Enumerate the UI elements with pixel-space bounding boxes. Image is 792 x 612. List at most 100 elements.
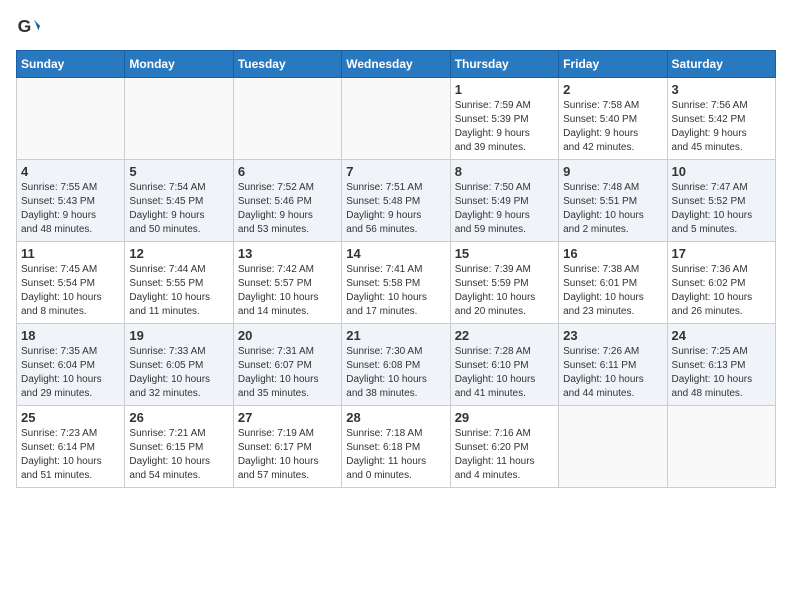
day-info: Sunrise: 7:41 AM Sunset: 5:58 PM Dayligh…: [346, 263, 445, 319]
day-info: Sunrise: 7:59 AM Sunset: 5:39 PM Dayligh…: [455, 99, 554, 155]
day-info: Sunrise: 7:26 AM Sunset: 6:11 PM Dayligh…: [563, 345, 662, 401]
day-number: 25: [21, 410, 120, 425]
day-number: 19: [129, 328, 228, 343]
day-info: Sunrise: 7:47 AM Sunset: 5:52 PM Dayligh…: [672, 181, 771, 237]
calendar-cell: 17 Sunrise: 7:36 AM Sunset: 6:02 PM Dayli…: [667, 242, 775, 324]
day-info: Sunrise: 7:48 AM Sunset: 5:51 PM Dayligh…: [563, 181, 662, 237]
calendar-cell: 13 Sunrise: 7:42 AM Sunset: 5:57 PM Dayli…: [233, 242, 341, 324]
calendar-cell: 23 Sunrise: 7:26 AM Sunset: 6:11 PM Dayli…: [559, 324, 667, 406]
calendar-cell: [17, 78, 125, 160]
day-number: 16: [563, 246, 662, 261]
calendar-cell: 7Sunrise: 7:51 AM Sunset: 5:48 PM Daylig…: [342, 160, 450, 242]
calendar-cell: [559, 406, 667, 488]
calendar-week-2: 4 Sunrise: 7:55 AM Sunset: 5:43 PM Daylig…: [17, 160, 776, 242]
calendar-cell: 22 Sunrise: 7:28 AM Sunset: 6:10 PM Dayli…: [450, 324, 558, 406]
day-number: 14: [346, 246, 445, 261]
calendar-cell: 27 Sunrise: 7:19 AM Sunset: 6:17 PM Dayli…: [233, 406, 341, 488]
calendar-cell: [233, 78, 341, 160]
calendar-cell: [342, 78, 450, 160]
calendar-cell: 28 Sunrise: 7:18 AM Sunset: 6:18 PM Dayli…: [342, 406, 450, 488]
day-number: 4: [21, 164, 120, 179]
logo: G: [16, 16, 44, 40]
day-info: Sunrise: 7:44 AM Sunset: 5:55 PM Dayligh…: [129, 263, 228, 319]
calendar-cell: 1Sunrise: 7:59 AM Sunset: 5:39 PM Daylig…: [450, 78, 558, 160]
day-info: Sunrise: 7:45 AM Sunset: 5:54 PM Dayligh…: [21, 263, 120, 319]
calendar-cell: [125, 78, 233, 160]
calendar-body: 1Sunrise: 7:59 AM Sunset: 5:39 PM Daylig…: [17, 78, 776, 488]
day-number: 22: [455, 328, 554, 343]
day-number: 28: [346, 410, 445, 425]
day-info: Sunrise: 7:58 AM Sunset: 5:40 PM Dayligh…: [563, 99, 662, 155]
calendar-cell: 11 Sunrise: 7:45 AM Sunset: 5:54 PM Dayli…: [17, 242, 125, 324]
day-number: 23: [563, 328, 662, 343]
day-number: 7: [346, 164, 445, 179]
day-number: 6: [238, 164, 337, 179]
calendar-cell: 21 Sunrise: 7:30 AM Sunset: 6:08 PM Dayli…: [342, 324, 450, 406]
day-info: Sunrise: 7:35 AM Sunset: 6:04 PM Dayligh…: [21, 345, 120, 401]
day-info: Sunrise: 7:30 AM Sunset: 6:08 PM Dayligh…: [346, 345, 445, 401]
day-info: Sunrise: 7:54 AM Sunset: 5:45 PM Dayligh…: [129, 181, 228, 237]
day-info: Sunrise: 7:18 AM Sunset: 6:18 PM Dayligh…: [346, 427, 445, 483]
calendar-cell: 18 Sunrise: 7:35 AM Sunset: 6:04 PM Dayli…: [17, 324, 125, 406]
col-header-sunday: Sunday: [17, 51, 125, 78]
day-number: 13: [238, 246, 337, 261]
col-header-monday: Monday: [125, 51, 233, 78]
calendar-cell: 19 Sunrise: 7:33 AM Sunset: 6:05 PM Dayli…: [125, 324, 233, 406]
calendar-cell: 12 Sunrise: 7:44 AM Sunset: 5:55 PM Dayli…: [125, 242, 233, 324]
page-header: G: [16, 16, 776, 40]
calendar-cell: 6 Sunrise: 7:52 AM Sunset: 5:46 PM Daylig…: [233, 160, 341, 242]
day-info: Sunrise: 7:25 AM Sunset: 6:13 PM Dayligh…: [672, 345, 771, 401]
day-number: 11: [21, 246, 120, 261]
col-header-thursday: Thursday: [450, 51, 558, 78]
day-number: 12: [129, 246, 228, 261]
calendar-cell: 10Sunrise: 7:47 AM Sunset: 5:52 PM Dayli…: [667, 160, 775, 242]
day-info: Sunrise: 7:28 AM Sunset: 6:10 PM Dayligh…: [455, 345, 554, 401]
calendar-cell: 25 Sunrise: 7:23 AM Sunset: 6:14 PM Dayli…: [17, 406, 125, 488]
day-info: Sunrise: 7:36 AM Sunset: 6:02 PM Dayligh…: [672, 263, 771, 319]
calendar-week-5: 25 Sunrise: 7:23 AM Sunset: 6:14 PM Dayli…: [17, 406, 776, 488]
col-header-saturday: Saturday: [667, 51, 775, 78]
day-info: Sunrise: 7:31 AM Sunset: 6:07 PM Dayligh…: [238, 345, 337, 401]
day-info: Sunrise: 7:38 AM Sunset: 6:01 PM Dayligh…: [563, 263, 662, 319]
day-info: Sunrise: 7:16 AM Sunset: 6:20 PM Dayligh…: [455, 427, 554, 483]
calendar-cell: 29 Sunrise: 7:16 AM Sunset: 6:20 PM Dayli…: [450, 406, 558, 488]
day-number: 17: [672, 246, 771, 261]
logo-icon: G: [16, 16, 40, 40]
calendar-cell: 15Sunrise: 7:39 AM Sunset: 5:59 PM Dayli…: [450, 242, 558, 324]
col-header-tuesday: Tuesday: [233, 51, 341, 78]
calendar-cell: 8 Sunrise: 7:50 AM Sunset: 5:49 PM Daylig…: [450, 160, 558, 242]
day-number: 2: [563, 82, 662, 97]
day-number: 9: [563, 164, 662, 179]
calendar-week-4: 18 Sunrise: 7:35 AM Sunset: 6:04 PM Dayli…: [17, 324, 776, 406]
day-info: Sunrise: 7:21 AM Sunset: 6:15 PM Dayligh…: [129, 427, 228, 483]
day-number: 24: [672, 328, 771, 343]
calendar-cell: [667, 406, 775, 488]
calendar-week-3: 11 Sunrise: 7:45 AM Sunset: 5:54 PM Dayli…: [17, 242, 776, 324]
day-number: 15: [455, 246, 554, 261]
day-number: 18: [21, 328, 120, 343]
day-info: Sunrise: 7:50 AM Sunset: 5:49 PM Dayligh…: [455, 181, 554, 237]
svg-text:G: G: [18, 16, 32, 36]
day-number: 8: [455, 164, 554, 179]
calendar-cell: 9 Sunrise: 7:48 AM Sunset: 5:51 PM Daylig…: [559, 160, 667, 242]
day-info: Sunrise: 7:56 AM Sunset: 5:42 PM Dayligh…: [672, 99, 771, 155]
calendar-cell: 16 Sunrise: 7:38 AM Sunset: 6:01 PM Dayli…: [559, 242, 667, 324]
day-number: 3: [672, 82, 771, 97]
day-info: Sunrise: 7:19 AM Sunset: 6:17 PM Dayligh…: [238, 427, 337, 483]
day-info: Sunrise: 7:52 AM Sunset: 5:46 PM Dayligh…: [238, 181, 337, 237]
day-number: 21: [346, 328, 445, 343]
day-number: 5: [129, 164, 228, 179]
day-info: Sunrise: 7:55 AM Sunset: 5:43 PM Dayligh…: [21, 181, 120, 237]
day-number: 27: [238, 410, 337, 425]
calendar-cell: 2 Sunrise: 7:58 AM Sunset: 5:40 PM Daylig…: [559, 78, 667, 160]
calendar-cell: 24 Sunrise: 7:25 AM Sunset: 6:13 PM Dayli…: [667, 324, 775, 406]
day-info: Sunrise: 7:42 AM Sunset: 5:57 PM Dayligh…: [238, 263, 337, 319]
calendar-cell: 4 Sunrise: 7:55 AM Sunset: 5:43 PM Daylig…: [17, 160, 125, 242]
day-info: Sunrise: 7:23 AM Sunset: 6:14 PM Dayligh…: [21, 427, 120, 483]
calendar-table: SundayMondayTuesdayWednesdayThursdayFrid…: [16, 50, 776, 488]
day-number: 29: [455, 410, 554, 425]
day-info: Sunrise: 7:33 AM Sunset: 6:05 PM Dayligh…: [129, 345, 228, 401]
calendar-cell: 26Sunrise: 7:21 AM Sunset: 6:15 PM Dayli…: [125, 406, 233, 488]
calendar-cell: 5 Sunrise: 7:54 AM Sunset: 5:45 PM Daylig…: [125, 160, 233, 242]
calendar-week-1: 1Sunrise: 7:59 AM Sunset: 5:39 PM Daylig…: [17, 78, 776, 160]
